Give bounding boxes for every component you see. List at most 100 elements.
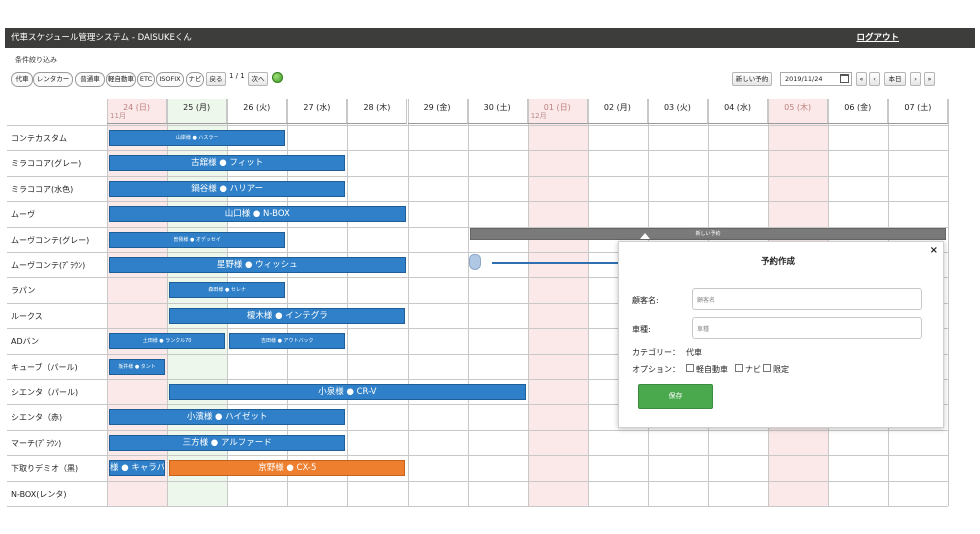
- option-limited-checkbox[interactable]: [763, 364, 771, 372]
- reservation-bar[interactable]: 土田様 ● ランクル70: [109, 333, 226, 350]
- reservation-bar[interactable]: 星野様 ● ウィッシュ: [109, 257, 406, 273]
- popover-pointer: [640, 233, 650, 239]
- day-header-label: 01 (日): [543, 103, 571, 112]
- car-row-label: ムーヴ: [11, 210, 35, 220]
- car-row-label: ミラココア(水色): [11, 184, 74, 194]
- day-header: 05 (木): [768, 99, 829, 124]
- car-row-label: ミラココア(グレー): [11, 159, 82, 169]
- car-row-label: シエンタ（赤): [11, 413, 63, 423]
- top-bar: 代車スケジュール管理システム - DAISUKEくん ログアウト: [5, 28, 975, 48]
- calendar-icon[interactable]: [840, 74, 849, 83]
- filter-caption: 条件絞り込み: [15, 56, 57, 64]
- day-header: 26 (火): [227, 99, 288, 124]
- grid-row-line: [7, 480, 949, 482]
- reservation-bar[interactable]: 森田様 ● セレナ: [169, 282, 286, 299]
- day-header-label: 29 (金): [423, 103, 451, 112]
- car-row-label: ラパン: [11, 286, 36, 296]
- page-indicator: 1 / 1: [229, 72, 245, 80]
- day-header-label: 04 (水): [724, 103, 752, 112]
- hand-cursor-icon: [469, 254, 481, 270]
- day-header-label: 07 (土): [904, 103, 932, 112]
- day-header-label: 26 (火): [243, 103, 271, 112]
- day-header: 30 (土): [467, 99, 528, 124]
- today-button[interactable]: 本日: [884, 72, 906, 86]
- day-header-label: 30 (土): [483, 103, 511, 112]
- status-dot-icon: [272, 72, 283, 83]
- next-page-button[interactable]: 次へ: [248, 72, 268, 86]
- reservation-bar[interactable]: 小泉様 ● CR-V: [169, 384, 526, 400]
- filter-chip-daisha[interactable]: 代車: [11, 72, 33, 87]
- day-header: 29 (金): [407, 99, 468, 124]
- new-reservation-button[interactable]: 新しい予約: [732, 72, 772, 86]
- car-row-label: ムーヴコンテ(グレー): [11, 235, 90, 245]
- customer-name-input[interactable]: 顧客名: [692, 288, 922, 310]
- grid-row-line: [7, 429, 949, 431]
- day-header: 01 (日) 12月: [527, 99, 588, 124]
- day-header-label: 24 (日): [123, 103, 151, 112]
- grid-column-line: [467, 99, 469, 506]
- close-icon[interactable]: ×: [930, 245, 938, 256]
- car-row-label: キューブ（パール): [11, 362, 78, 372]
- grid-row-line: [7, 125, 949, 126]
- reservation-bar[interactable]: 三方様 ● アルファード: [109, 434, 346, 451]
- month-label: 11月: [110, 112, 126, 120]
- day-header: 04 (水): [708, 99, 769, 124]
- reservation-bar[interactable]: 新しい予約: [469, 227, 947, 240]
- day-header-label: 02 (月): [603, 103, 631, 112]
- reservation-bar[interactable]: 榎木様 ● インテグラ: [169, 307, 406, 324]
- option-kei-checkbox[interactable]: [686, 364, 694, 372]
- save-button[interactable]: 保存: [638, 384, 713, 409]
- option-navi-label: ナビ: [745, 365, 761, 374]
- car-row-label: ルークス: [11, 311, 43, 321]
- reservation-bar[interactable]: 曽我様 ● オデッセイ: [109, 231, 286, 248]
- day-header-label: 27 (水): [303, 103, 331, 112]
- grid-column-line: [107, 99, 108, 506]
- filter-chip-kei[interactable]: 軽自動車: [106, 72, 136, 87]
- grid-row-line: [7, 455, 949, 457]
- reservation-bar[interactable]: 坂井様 ● タント: [109, 358, 166, 375]
- category-value: 代車: [686, 348, 702, 357]
- option-limited-label: 限定: [773, 365, 789, 374]
- day-header: 03 (火): [647, 99, 708, 124]
- filter-chip-isofix[interactable]: ISOFIX: [156, 72, 184, 87]
- grid-column-line: [948, 99, 950, 506]
- day-header-label: 06 (金): [844, 103, 872, 112]
- filter-chip-etc[interactable]: ETC: [137, 72, 155, 87]
- day-header-label: 25 (月): [183, 103, 211, 112]
- reservation-bar[interactable]: 山口様 ● N-BOX: [109, 206, 406, 223]
- grid-column-line: [587, 99, 589, 506]
- day-header: 25 (月): [167, 99, 228, 124]
- day-header: 07 (土): [888, 99, 949, 124]
- day-header: 27 (水): [287, 99, 348, 124]
- prev-day-button[interactable]: ‹: [869, 72, 880, 86]
- option-kei-label: 軽自動車: [696, 365, 728, 374]
- car-model-input[interactable]: 車種: [692, 317, 922, 339]
- dialog-title: 予約作成: [761, 257, 796, 267]
- grid-row-line: [7, 201, 949, 203]
- customer-label: 顧客名:: [632, 296, 659, 305]
- app-title: 代車スケジュール管理システム - DAISUKEくん: [11, 33, 192, 43]
- reservation-bar[interactable]: 京野様 ● CX-5: [169, 460, 406, 477]
- reservation-bar[interactable]: 様 ● キャラバン: [109, 460, 166, 477]
- car-row-label: コンテカスタム: [11, 134, 67, 143]
- prev-page-button[interactable]: 戻る: [206, 72, 226, 86]
- grid-column-line: [347, 99, 349, 506]
- filter-chip-rentacar[interactable]: レンタカー: [33, 72, 73, 87]
- reservation-bar[interactable]: 山岸様 ● ハスラー: [109, 130, 286, 146]
- option-navi-checkbox[interactable]: [735, 364, 743, 372]
- logout-link[interactable]: ログアウト: [856, 28, 899, 48]
- reservation-bar[interactable]: 古舘様 ● フィット: [109, 155, 346, 172]
- prev-week-button[interactable]: «: [856, 72, 867, 86]
- reservation-bar[interactable]: 小濱様 ● ハイゼット: [109, 409, 346, 426]
- reservation-bar[interactable]: 鍋谷様 ● ハリアー: [109, 180, 346, 197]
- car-row-label: 下取りデミオ（黒): [11, 464, 79, 474]
- day-header: 06 (金): [828, 99, 889, 124]
- filter-chip-futsusha[interactable]: 普通車: [75, 72, 105, 87]
- next-week-button[interactable]: »: [924, 72, 935, 86]
- car-row-label: N-BOX(レンタ): [11, 489, 67, 499]
- next-day-button[interactable]: ›: [910, 72, 921, 86]
- filter-chip-navi[interactable]: ナビ: [186, 72, 204, 87]
- reservation-dialog: 予約作成 × 顧客名: 顧客名 車種: 車種 カテゴリー： 代車 オプション： …: [618, 241, 944, 428]
- reservation-bar[interactable]: 吉田様 ● アウトバック: [229, 333, 346, 350]
- category-label: カテゴリー：: [632, 348, 680, 357]
